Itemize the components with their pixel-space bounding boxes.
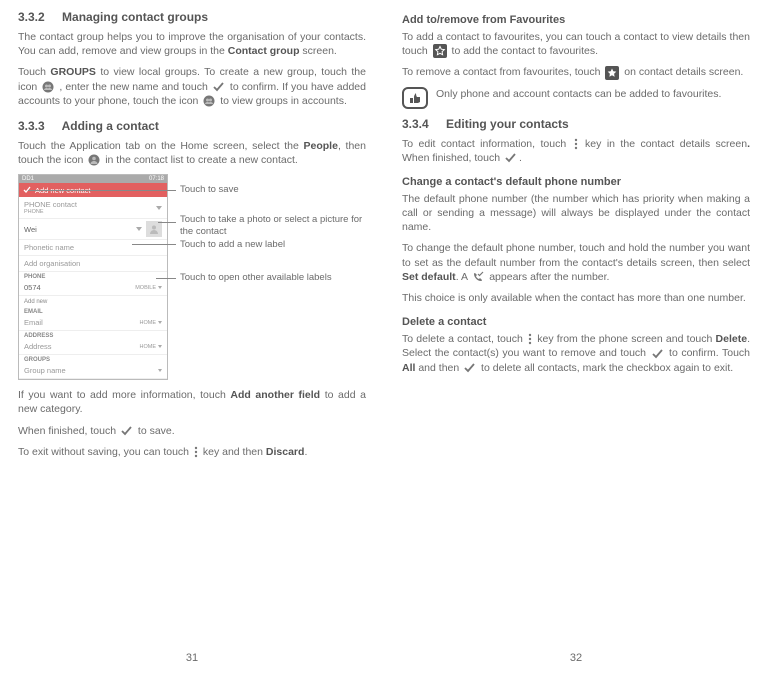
- heading-333-title: Adding a contact: [62, 119, 159, 133]
- annotation-label: Touch to add a new label: [180, 239, 366, 251]
- heading-334: 3.3.4 Editing your contacts: [402, 117, 750, 131]
- chevron-down-icon: [158, 345, 162, 348]
- phone-email-row: Email HOME: [19, 315, 167, 331]
- para-default-2: To change the default phone number, touc…: [402, 241, 750, 284]
- add-contact-icon: [88, 154, 100, 166]
- para-default-3: This choice is only available when the c…: [402, 291, 750, 305]
- annotation-photo: Touch to take a photo or select a pictur…: [180, 214, 366, 238]
- page-number-left: 31: [18, 652, 366, 674]
- heading-332-title: Managing contact groups: [62, 10, 208, 24]
- phone-group-row: Group name: [19, 363, 167, 379]
- leader-line: [28, 190, 176, 191]
- star-outline-icon: [433, 44, 447, 58]
- para-333-4: To exit without saving, you can touch ke…: [18, 445, 366, 459]
- heading-favourites: Add to/remove from Favourites: [402, 14, 750, 26]
- phone-phonetic-row: Phonetic name: [19, 240, 167, 256]
- para-default-1: The default phone number (the number whi…: [402, 192, 750, 235]
- leader-line: [158, 222, 176, 223]
- menu-icon: [574, 138, 578, 150]
- para-delete-1: To delete a contact, touch key from the …: [402, 332, 750, 375]
- para-333-2: If you want to add more information, tou…: [18, 388, 366, 416]
- chevron-down-icon: [158, 321, 162, 324]
- check-icon: [121, 426, 133, 436]
- menu-icon: [194, 446, 198, 458]
- check-icon: [213, 82, 225, 92]
- avatar-placeholder-icon: [146, 221, 162, 237]
- heading-delete: Delete a contact: [402, 316, 750, 328]
- phone-name-row: Wei: [19, 219, 167, 240]
- page-number-right: 32: [402, 652, 750, 674]
- phone-addnew-row: Add new: [19, 296, 167, 307]
- phone-account-row: PHONE contact PHONE: [19, 197, 167, 219]
- heading-333-num: 3.3.3: [18, 119, 45, 133]
- leader-line: [156, 278, 176, 279]
- phone-section-email: EMAIL: [19, 307, 167, 315]
- para-333-3: When finished, touch to save.: [18, 424, 366, 438]
- chevron-down-icon: [158, 369, 162, 372]
- chevron-down-icon: [156, 206, 162, 210]
- phone-statusbar: DD1 07:18: [19, 175, 167, 183]
- heading-334-title: Editing your contacts: [446, 117, 569, 131]
- heading-change-default: Change a contact's default phone number: [402, 176, 750, 188]
- star-filled-icon: [605, 66, 619, 80]
- heading-333: 3.3.3 Adding a contact: [18, 119, 366, 133]
- para-fav-2: To remove a contact from favourites, tou…: [402, 65, 750, 79]
- note-icon: [402, 87, 428, 109]
- annotation-other-labels: Touch to open other available labels: [180, 272, 366, 284]
- check-icon: [505, 153, 517, 163]
- chevron-down-icon: [136, 227, 142, 231]
- phone-number-row: 0574 MOBILE: [19, 280, 167, 296]
- check-icon: [464, 363, 476, 373]
- phone-address-row: Address HOME: [19, 339, 167, 355]
- phone-mock: DD1 07:18 Add new contact PHONE contact …: [18, 174, 168, 380]
- left-page: 3.3.2 Managing contact groups The contac…: [14, 10, 384, 674]
- para-332-2: Touch GROUPS to view local groups. To cr…: [18, 65, 366, 108]
- phone-section-phone: PHONE: [19, 272, 167, 280]
- heading-332: 3.3.2 Managing contact groups: [18, 10, 366, 24]
- leader-line: [132, 244, 176, 245]
- para-332-1: The contact group helps you to improve t…: [18, 30, 366, 58]
- accounts-group-icon: [203, 95, 215, 107]
- add-group-icon: [42, 81, 54, 93]
- heading-332-num: 3.3.2: [18, 10, 45, 24]
- para-edit-1: To edit contact information, touch key i…: [402, 137, 750, 165]
- screenshot-row: DD1 07:18 Add new contact PHONE contact …: [18, 174, 366, 380]
- check-icon: [652, 349, 664, 359]
- phone-section-groups: GROUPS: [19, 355, 167, 363]
- phone-section-address: ADDRESS: [19, 331, 167, 339]
- para-fav-1: To add a contact to favourites, you can …: [402, 30, 750, 58]
- note-text: Only phone and account contacts can be a…: [436, 87, 721, 102]
- menu-icon: [528, 333, 532, 345]
- note-favourites: Only phone and account contacts can be a…: [402, 87, 750, 109]
- chevron-down-icon: [158, 286, 162, 289]
- right-page: Add to/remove from Favourites To add a c…: [384, 10, 754, 674]
- annotation-save: Touch to save: [180, 184, 366, 196]
- para-333-1: Touch the Application tab on the Home sc…: [18, 139, 366, 167]
- heading-334-num: 3.3.4: [402, 117, 429, 131]
- phone-check-icon: [472, 271, 484, 283]
- phone-org-row: Add organisation: [19, 256, 167, 272]
